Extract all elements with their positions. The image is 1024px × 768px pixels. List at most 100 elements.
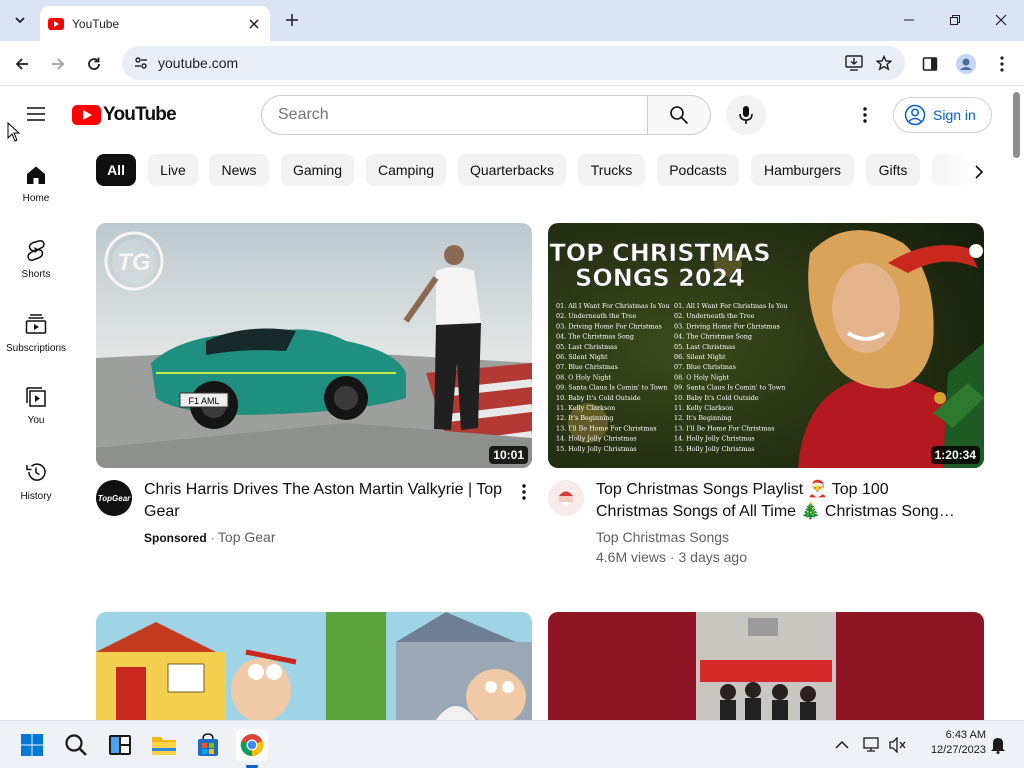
reload-button[interactable] xyxy=(81,51,107,77)
chip-all[interactable]: All xyxy=(96,154,136,186)
channel-name[interactable]: Top Christmas Songs xyxy=(596,529,729,545)
guide-item-you[interactable]: You xyxy=(0,373,72,445)
chrome-taskbar-button[interactable] xyxy=(236,729,268,761)
guide-label: History xyxy=(20,491,52,502)
windows-taskbar xyxy=(0,720,1024,768)
volume-button[interactable] xyxy=(884,729,912,761)
sign-in-button[interactable]: Sign in xyxy=(893,97,992,133)
browser-menu-button[interactable] xyxy=(989,51,1015,77)
tracklist-item: 10. Baby It's Cold Outside xyxy=(556,394,641,402)
microphone-icon xyxy=(739,106,753,124)
tab-close-button[interactable] xyxy=(246,16,262,32)
guide-item-shorts[interactable]: Shorts xyxy=(0,225,72,297)
guide-label: Home xyxy=(22,193,50,204)
tracklist-item: 10. Baby It's Cold Outside xyxy=(674,394,759,402)
file-explorer-button[interactable] xyxy=(148,729,180,761)
side-panel-button[interactable] xyxy=(917,51,943,77)
restore-button[interactable] xyxy=(942,8,968,32)
tracklist-item: 02. Underneath the Tree xyxy=(556,312,637,320)
settings-menu-button[interactable] xyxy=(853,103,877,127)
video-thumbnail[interactable]: TOP CHRISTMAS SONGS 2024 01. All I Want … xyxy=(548,223,984,468)
tracklist-item: 09. Santa Claus Is Comin' to Town xyxy=(674,384,785,392)
video-title[interactable]: Top Christmas Songs Playlist 🎅 Top 100 C… xyxy=(596,479,961,523)
chip-gifts[interactable]: Gifts xyxy=(866,154,920,186)
back-button[interactable] xyxy=(9,51,35,77)
chip-hamburgers[interactable]: Hamburgers xyxy=(751,154,854,186)
youtube-logo[interactable]: YouTube xyxy=(72,104,177,126)
account-circle-icon xyxy=(904,104,926,126)
thumbnail-title-line2: SONGS 2024 xyxy=(575,264,745,292)
microsoft-store-button[interactable] xyxy=(192,729,224,761)
tracklist-item: 14. Holly Jolly Christmas xyxy=(674,435,755,443)
sign-in-label: Sign in xyxy=(933,107,976,123)
close-icon xyxy=(995,14,1007,26)
folder-icon xyxy=(152,737,176,755)
hamburger-menu-icon xyxy=(27,107,45,121)
scrollbar-thumb[interactable] xyxy=(1013,92,1020,158)
channel-avatar[interactable]: TopGear xyxy=(96,480,132,516)
chip-live[interactable]: Live xyxy=(148,154,198,186)
install-app-button[interactable] xyxy=(839,48,869,78)
forward-button[interactable] xyxy=(45,51,71,77)
url-text[interactable]: youtube.com xyxy=(158,55,839,71)
thumbnail-badge-text: TG xyxy=(117,249,150,276)
browser-tab[interactable]: YouTube xyxy=(40,6,270,41)
tab-search-button[interactable] xyxy=(8,8,32,32)
chip-news[interactable]: News xyxy=(209,154,269,186)
guide-item-subscriptions[interactable]: Subscriptions xyxy=(0,299,72,371)
video-thumbnail[interactable]: F1 AML TG 10:01 xyxy=(96,223,532,468)
notifications-button[interactable] xyxy=(984,729,1012,761)
guide-label: Subscriptions xyxy=(5,343,67,354)
chips-next-button[interactable] xyxy=(964,157,994,187)
mouse-cursor-icon xyxy=(7,122,21,142)
reload-icon xyxy=(88,57,100,70)
show-hidden-icons-button[interactable] xyxy=(828,729,856,761)
video-duration: 10:01 xyxy=(489,446,528,464)
windows-logo-icon xyxy=(21,734,43,756)
channel-name[interactable]: Top Gear xyxy=(218,529,276,545)
license-plate-text: F1 AML xyxy=(188,396,219,406)
guide-item-home[interactable]: Home xyxy=(0,151,72,223)
video-menu-button[interactable] xyxy=(512,480,536,504)
video-title[interactable]: Chris Harris Drives The Aston Martin Val… xyxy=(144,479,509,523)
task-view-button[interactable] xyxy=(104,729,136,761)
close-window-button[interactable] xyxy=(988,8,1014,32)
bookmark-button[interactable] xyxy=(869,48,899,78)
taskbar-search-button[interactable] xyxy=(60,729,92,761)
chip-camping[interactable]: Camping xyxy=(366,154,446,186)
search-button[interactable] xyxy=(648,95,711,135)
clock-date: 12/27/2023 xyxy=(930,744,986,756)
address-bar[interactable]: youtube.com xyxy=(122,46,905,80)
system-clock[interactable]: 6:43 AM 12/27/2023 xyxy=(910,728,986,758)
page-scrollbar[interactable] xyxy=(1010,87,1024,720)
profile-button[interactable] xyxy=(953,51,979,77)
search-input[interactable] xyxy=(261,95,648,135)
start-button[interactable] xyxy=(16,729,48,761)
close-icon xyxy=(249,18,259,29)
video-thumbnail[interactable] xyxy=(96,612,532,720)
site-info-button[interactable] xyxy=(124,46,158,80)
chip-gaming[interactable]: Gaming xyxy=(281,154,354,186)
browser-tab-strip: YouTube xyxy=(0,0,1024,41)
new-tab-button[interactable] xyxy=(281,9,303,31)
tracklist-item: 15. Holly Jolly Christmas xyxy=(556,445,637,453)
chip-podcasts[interactable]: Podcasts xyxy=(657,154,739,186)
tracklist-item: 13. I'll Be Home For Christmas xyxy=(674,424,775,432)
shorts-icon xyxy=(27,240,45,261)
chip-trucks[interactable]: Trucks xyxy=(578,154,645,186)
channel-avatar[interactable] xyxy=(548,480,584,516)
search-icon xyxy=(65,734,87,756)
tracklist-item: 12. It's Beginning xyxy=(674,414,731,422)
voice-search-button[interactable] xyxy=(726,95,766,135)
guide-item-history[interactable]: History xyxy=(0,447,72,519)
tracklist-item: 09. Santa Claus Is Comin' to Town xyxy=(556,384,667,392)
guide-menu-button[interactable] xyxy=(22,100,50,128)
network-status-button[interactable] xyxy=(858,729,886,761)
subscriptions-icon xyxy=(25,314,47,334)
search-icon xyxy=(670,106,689,125)
video-thumbnail[interactable] xyxy=(548,612,984,720)
chevron-up-icon xyxy=(835,740,849,749)
side-panel-icon xyxy=(922,57,938,71)
chip-quarterbacks[interactable]: Quarterbacks xyxy=(458,154,566,186)
minimize-button[interactable] xyxy=(896,8,922,32)
